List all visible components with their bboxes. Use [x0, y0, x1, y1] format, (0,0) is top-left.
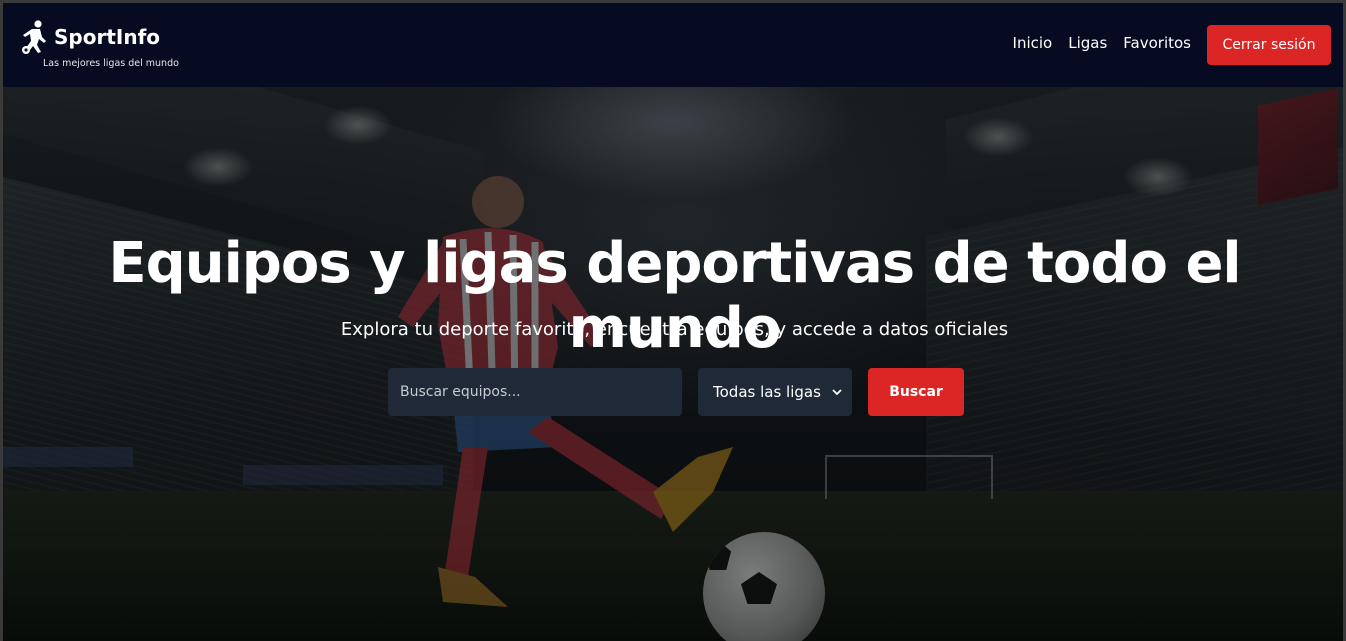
soccer-player-icon — [22, 20, 46, 54]
logout-button[interactable]: Cerrar sesión — [1207, 25, 1331, 65]
brand-tagline: Las mejores ligas del mundo — [43, 58, 179, 69]
league-select-value: Todas las ligas — [713, 383, 821, 401]
search-bar: Todas las ligas Buscar — [388, 368, 964, 416]
brand[interactable]: SportInfo Las mejores ligas del mundo — [20, 19, 179, 69]
nav-link-favoritos[interactable]: Favoritos — [1123, 34, 1191, 56]
nav-links: Inicio Ligas Favoritos Cerrar sesión — [1013, 25, 1343, 65]
hero-section: Equipos y ligas deportivas de todo el mu… — [3, 87, 1346, 641]
nav-link-inicio[interactable]: Inicio — [1013, 34, 1053, 56]
chevron-down-icon — [832, 389, 842, 396]
hero-subtitle: Explora tu deporte favorito, encuentra e… — [340, 319, 1009, 340]
search-button[interactable]: Buscar — [868, 368, 964, 416]
navbar: SportInfo Las mejores ligas del mundo In… — [3, 3, 1343, 87]
hero-title: Equipos y ligas deportivas de todo el mu… — [108, 231, 1241, 361]
hero-overlay — [3, 87, 1346, 641]
brand-name: SportInfo — [54, 25, 161, 49]
brand-row: SportInfo — [20, 19, 179, 55]
nav-link-ligas[interactable]: Ligas — [1068, 34, 1107, 56]
league-select[interactable]: Todas las ligas — [698, 368, 852, 416]
search-input[interactable] — [388, 368, 682, 416]
